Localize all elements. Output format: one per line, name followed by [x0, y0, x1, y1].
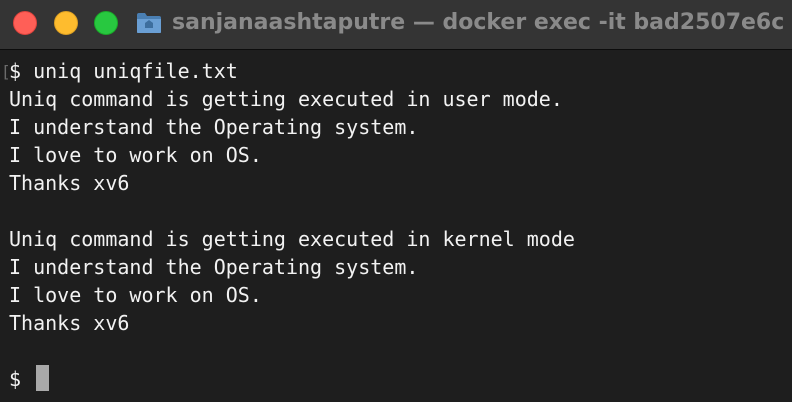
text-cursor: [36, 365, 49, 391]
maximize-button[interactable]: [94, 11, 118, 35]
output-line: Uniq command is getting executed in user…: [9, 87, 563, 111]
output-line: Thanks xv6: [9, 311, 130, 335]
output-line: I understand the Operating system.: [9, 115, 419, 139]
terminal-output[interactable]: [ $ uniq uniqfile.txt Uniq command is ge…: [0, 50, 792, 402]
title-bar[interactable]: sanjanaashtaputre — docker exec -it bad2…: [0, 0, 792, 50]
output-line: I love to work on OS.: [9, 143, 262, 167]
output-line: Uniq command is getting executed in kern…: [9, 227, 575, 251]
close-button[interactable]: [13, 11, 37, 35]
prompt-line: $: [9, 367, 34, 391]
command-line: $ uniq uniqfile.txt: [9, 59, 238, 83]
output-line: I love to work on OS.: [9, 283, 262, 307]
output-line: I understand the Operating system.: [9, 255, 419, 279]
window-title: sanjanaashtaputre — docker exec -it bad2…: [172, 10, 785, 35]
terminal-window: sanjanaashtaputre — docker exec -it bad2…: [0, 0, 792, 402]
output-line: Thanks xv6: [9, 171, 130, 195]
minimize-button[interactable]: [54, 11, 78, 35]
folder-icon: [137, 13, 161, 33]
